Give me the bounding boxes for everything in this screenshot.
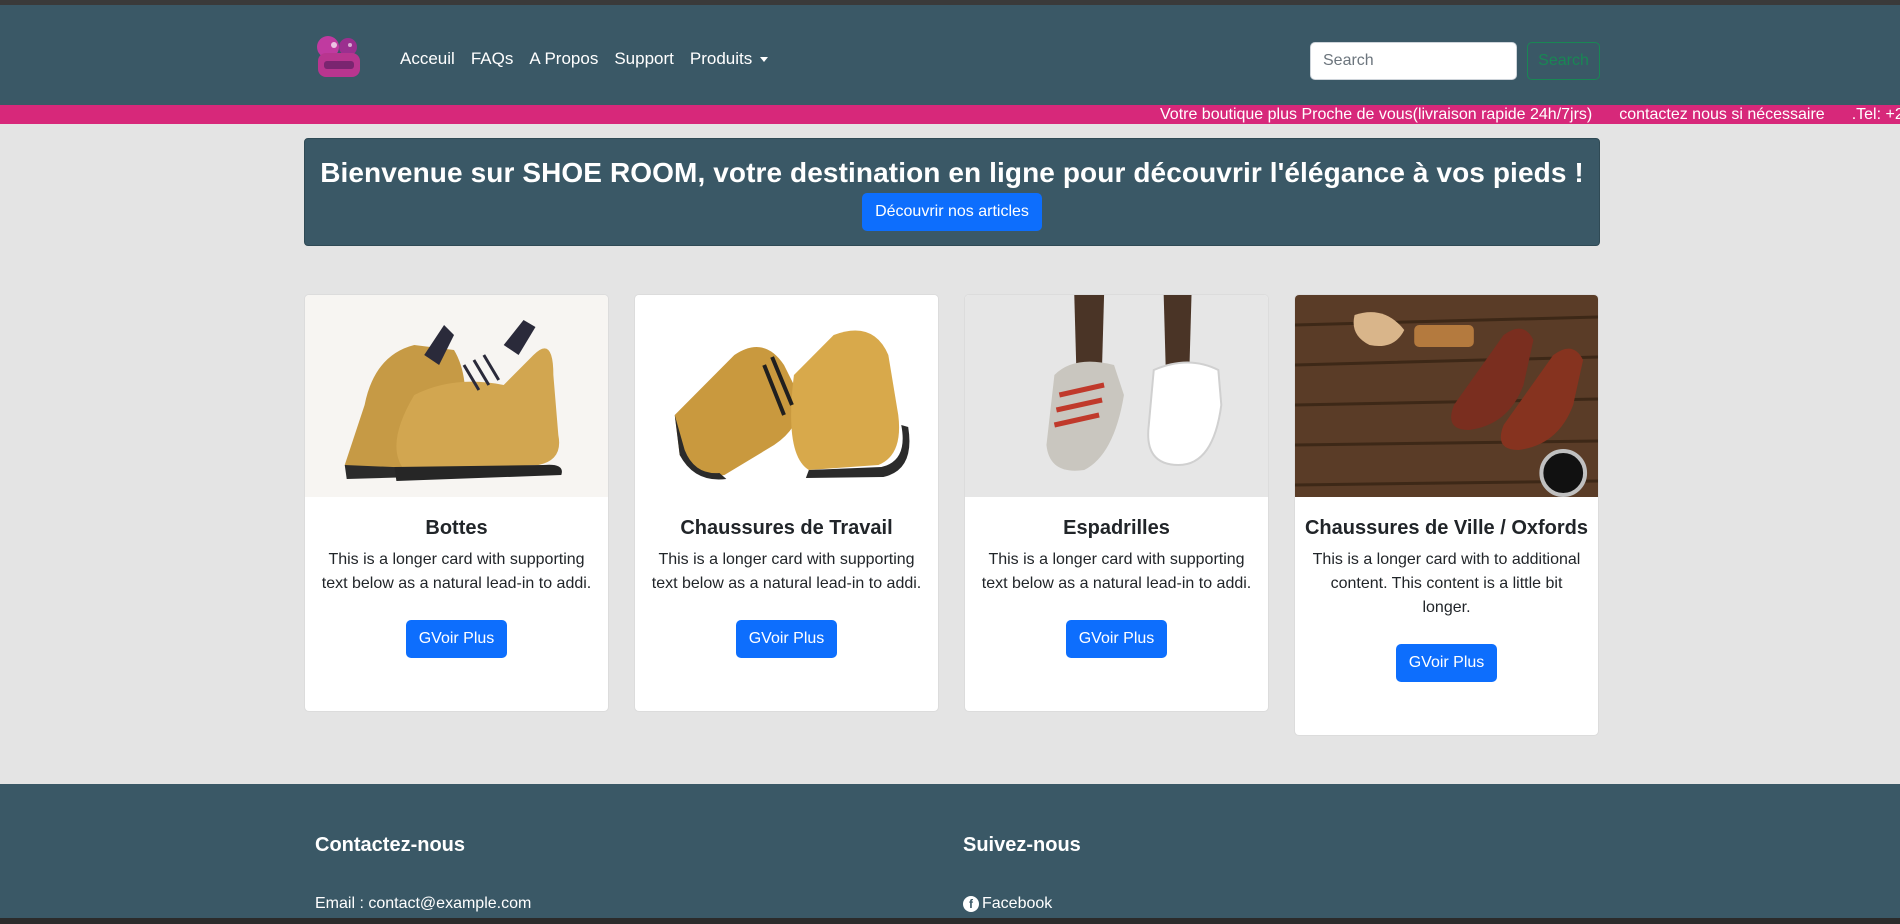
nav-links: Acceuil FAQs A Propos Support Produits [400,49,769,69]
card-text: This is a longer card with supporting te… [651,551,922,592]
footer-email: Email : contact@example.com [315,895,532,912]
nav-link-a-propos[interactable]: A Propos [529,49,598,69]
marquee-message: .Tel: +22 [1851,106,1900,123]
announcement-marquee: Votre boutique plus Proche de vous(livra… [0,105,1900,124]
facebook-label: Facebook [982,895,1053,912]
card-text: This is a longer card with supporting te… [981,551,1252,592]
nav-dropdown-label: Produits [689,49,753,68]
card-title: Espadrilles [1063,517,1170,539]
facebook-icon: f [963,896,979,912]
product-cards: Bottes This is a longer card with suppor… [304,294,1600,736]
hero-banner: Bienvenue sur SHOE ROOM, votre destinati… [304,138,1600,246]
card-text: This is a longer card with to additional… [1312,551,1581,616]
marquee-message: contactez nous si nécessaire [1619,106,1825,123]
marquee-message: Votre boutique plus Proche de vous(livra… [1160,106,1593,123]
voir-plus-button[interactable]: GVoir Plus [405,620,508,658]
voir-plus-button[interactable]: GVoir Plus [735,620,838,658]
nav-link-support[interactable]: Support [614,49,674,69]
discover-articles-button[interactable]: Découvrir nos articles [862,193,1042,231]
card-title: Bottes [425,517,488,539]
search-input[interactable] [1310,42,1517,80]
product-card-chaussures-de-travail: Chaussures de Travail This is a longer c… [634,294,939,712]
footer-follow-heading: Suivez-nous [963,834,1081,856]
product-card-bottes: Bottes This is a longer card with suppor… [304,294,609,712]
card-text: This is a longer card with supporting te… [321,551,592,592]
caret-down-icon [760,56,769,62]
voir-plus-button[interactable]: GVoir Plus [1395,644,1498,682]
boots-image [305,295,608,497]
work-boots-image [635,295,938,497]
nav-dropdown-produits[interactable]: Produits [689,49,769,69]
hero-title: Bienvenue sur SHOE ROOM, votre destinati… [320,157,1584,188]
facebook-link[interactable]: f Facebook [963,895,1081,913]
footer-social: Suivez-nous f Facebook [963,834,1081,913]
espadrilles-image [965,295,1268,497]
footer-contact-heading: Contactez-nous [315,834,465,856]
product-card-espadrilles: Espadrilles This is a longer card with s… [964,294,1269,712]
marquee-track: Votre boutique plus Proche de vous(livra… [1160,105,1900,124]
brand-logo[interactable] [314,33,366,81]
nav-link-acceuil[interactable]: Acceuil [400,49,455,69]
card-title: Chaussures de Ville / Oxfords [1304,517,1589,539]
footer-contact: Contactez-nous Email : contact@example.c… [315,834,531,913]
nav-link-faqs[interactable]: FAQs [471,49,514,69]
voir-plus-button[interactable]: GVoir Plus [1065,620,1168,658]
product-card-chaussures-de-ville: Chaussures de Ville / Oxfords This is a … [1294,294,1599,736]
navbar: Acceuil FAQs A Propos Support Produits S… [0,5,1900,105]
search-button[interactable]: Search [1527,42,1600,80]
footer: Contactez-nous Email : contact@example.c… [0,784,1900,924]
oxfords-image [1295,295,1598,497]
window-bottom-edge [0,918,1900,924]
card-title: Chaussures de Travail [680,517,893,539]
